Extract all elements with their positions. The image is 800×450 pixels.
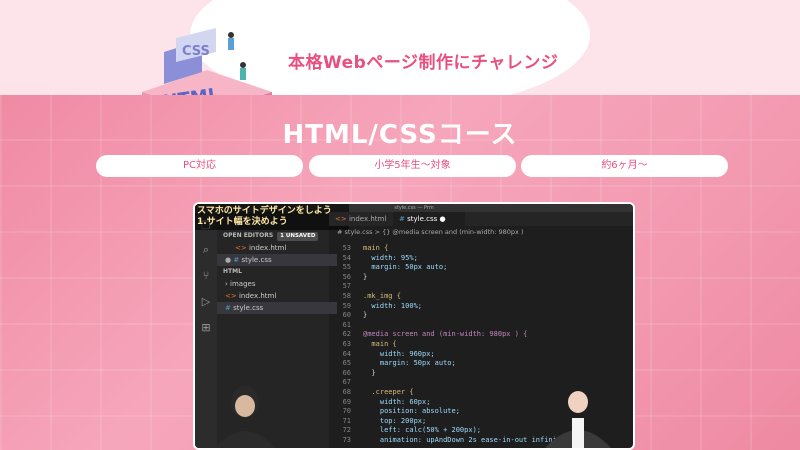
line-number: 63 bbox=[342, 340, 351, 348]
line-number: 70 bbox=[342, 407, 351, 416]
code-line[interactable]: width: 95%; bbox=[363, 254, 417, 262]
code-line[interactable]: .mk_img { bbox=[363, 292, 401, 300]
code-line[interactable]: top: 200px; bbox=[363, 417, 426, 425]
code-line[interactable]: width: 60px; bbox=[363, 398, 431, 406]
line-number: 54 bbox=[342, 253, 351, 262]
feature-pill-duration: 約6ヶ月〜 bbox=[521, 155, 728, 177]
unsaved-badge: 1 UNSAVED bbox=[277, 232, 319, 241]
folder-header[interactable]: HTML bbox=[217, 266, 335, 278]
tree-file-style-label: style.css bbox=[233, 304, 264, 312]
line-number: 55 bbox=[342, 263, 351, 272]
open-file-index[interactable]: <> index.html bbox=[217, 242, 347, 254]
line-number: 59 bbox=[342, 301, 351, 310]
tree-file-index-label: index.html bbox=[238, 292, 277, 300]
activity-bar: ❐ ⌕ ⑂ ▷ ⊞ bbox=[195, 212, 217, 448]
code-line[interactable]: margin: 50px auto; bbox=[363, 359, 456, 367]
tree-file-index[interactable]: <> index.html bbox=[217, 290, 337, 302]
css-label: CSS bbox=[182, 44, 210, 59]
open-editors-label: OPEN EDITORS bbox=[223, 232, 274, 239]
line-number: 73 bbox=[342, 436, 351, 444]
tree-file-style[interactable]: # style.css bbox=[217, 302, 337, 314]
line-number: 72 bbox=[342, 426, 351, 435]
html-file-icon: <> bbox=[335, 215, 347, 223]
line-number: 57 bbox=[342, 282, 351, 291]
chevron-right-icon: › bbox=[225, 280, 228, 288]
line-number: 69 bbox=[342, 397, 351, 406]
code-line[interactable]: width: 100%; bbox=[363, 302, 422, 310]
code-line[interactable]: } bbox=[363, 369, 375, 377]
editor-tabs: <> index.html # style.css ● bbox=[329, 212, 633, 226]
line-number: 64 bbox=[342, 349, 351, 358]
code-line[interactable]: main { bbox=[363, 244, 388, 252]
line-number: 62 bbox=[342, 330, 351, 339]
line-number: 53 bbox=[342, 244, 351, 252]
course-title: HTML/CSSコース bbox=[282, 120, 518, 150]
open-editors-header[interactable]: OPEN EDITORS 1 UNSAVED bbox=[217, 230, 335, 242]
tab-index-html-label: index.html bbox=[348, 215, 387, 223]
html-file-icon: <> bbox=[225, 292, 237, 300]
lesson-caption: スマホのサイトデザインをしよう 1.サイト幅を決めよう bbox=[195, 204, 349, 230]
line-number: 58 bbox=[342, 292, 351, 300]
search-icon[interactable]: ⌕ bbox=[200, 244, 212, 256]
extensions-icon[interactable]: ⊞ bbox=[200, 322, 212, 334]
line-number: 65 bbox=[342, 359, 351, 368]
html-file-icon: <> bbox=[235, 244, 247, 252]
code-line[interactable]: } bbox=[363, 273, 367, 281]
source-control-icon[interactable]: ⑂ bbox=[200, 270, 212, 282]
code-line[interactable]: margin: 50px auto; bbox=[363, 263, 447, 271]
tab-style-css-label: style.css bbox=[407, 215, 438, 223]
tab-index-html[interactable]: <> index.html bbox=[329, 212, 399, 226]
breadcrumb[interactable]: # style.css > {} @media screen and (min-… bbox=[329, 226, 633, 238]
code-line[interactable]: @media screen and (min-width: 980px ) { bbox=[363, 330, 527, 338]
code-line[interactable]: position: absolute; bbox=[363, 407, 460, 415]
open-file-index-label: index.html bbox=[248, 244, 287, 252]
feature-pill-age: 小学5年生〜対象 bbox=[309, 155, 516, 177]
line-number: 68 bbox=[342, 388, 351, 396]
lesson-caption-line2: 1.サイト幅を決めよう bbox=[197, 217, 288, 227]
code-line[interactable]: animation: upAndDown 2s ease-in-out infi… bbox=[363, 436, 557, 444]
line-number: 71 bbox=[342, 416, 351, 425]
unsaved-dot-icon: ● bbox=[439, 215, 446, 223]
unsaved-dot-icon: ● bbox=[225, 256, 232, 264]
code-line[interactable]: width: 960px; bbox=[363, 350, 435, 358]
code-line[interactable]: left: calc(50% + 200px); bbox=[363, 426, 481, 434]
css-file-icon: # bbox=[225, 304, 231, 312]
instructor-left-photo bbox=[215, 386, 275, 448]
open-file-style-label: style.css bbox=[241, 256, 272, 264]
code-line[interactable]: } bbox=[363, 311, 367, 319]
tree-folder-images-label: images bbox=[230, 280, 256, 288]
line-number: 56 bbox=[342, 272, 351, 281]
feature-pill-pc: PC対応 bbox=[96, 155, 303, 177]
open-file-style[interactable]: ● # style.css bbox=[217, 254, 337, 266]
instructor-right-photo bbox=[545, 381, 611, 448]
line-number: 61 bbox=[342, 320, 351, 329]
line-number: 66 bbox=[342, 368, 351, 377]
editor-window: style.css — Prm ❐ ⌕ ⑂ ▷ ⊞ OPEN EDITORS1 … bbox=[193, 202, 635, 450]
tab-style-css[interactable]: # style.css ● bbox=[393, 212, 465, 226]
hero-tagline: 本格Webページ制作にチャレンジ bbox=[288, 53, 559, 73]
tree-folder-images[interactable]: › images bbox=[217, 278, 337, 290]
line-number: 67 bbox=[342, 378, 351, 387]
code-line[interactable]: .creeper { bbox=[363, 388, 413, 396]
code-line[interactable]: main { bbox=[363, 340, 396, 348]
line-number: 60 bbox=[342, 311, 351, 320]
css-file-icon: # bbox=[399, 215, 405, 223]
css-file-icon: # bbox=[233, 256, 240, 264]
debug-icon[interactable]: ▷ bbox=[200, 296, 212, 308]
lesson-caption-line1: スマホのサイトデザインをしよう bbox=[197, 206, 332, 216]
